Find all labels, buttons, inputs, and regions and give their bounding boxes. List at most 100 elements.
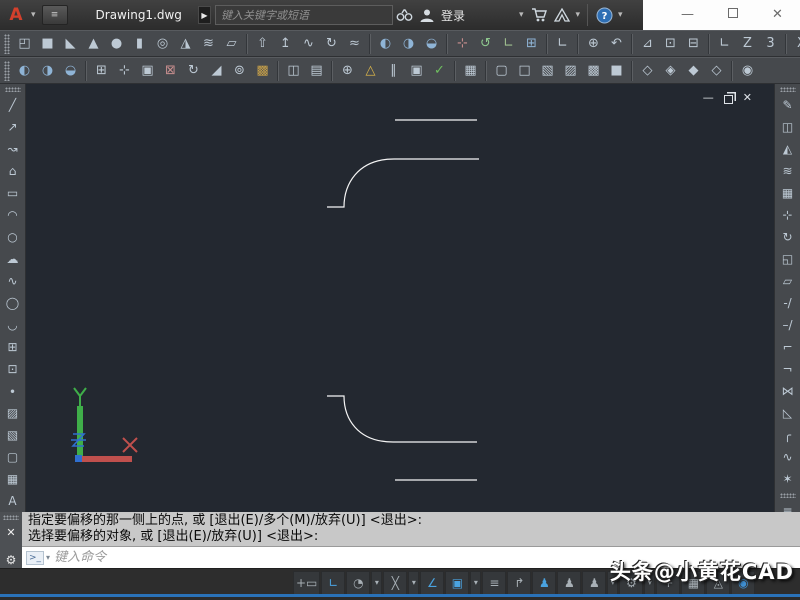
offset-faces-button[interactable]: ▣: [136, 59, 159, 82]
visual-style-wireframe-button[interactable]: □: [513, 59, 536, 82]
scale-button[interactable]: ◱: [777, 248, 799, 270]
ucs-view-button[interactable]: ⊟: [682, 32, 705, 55]
erase-button[interactable]: ✎: [777, 94, 799, 116]
window-minimize-button[interactable]: —: [665, 1, 710, 29]
planar-surface-button[interactable]: ▱: [220, 32, 243, 55]
autodesk-exchange-icon[interactable]: [554, 8, 571, 22]
offset-button[interactable]: ≋: [777, 160, 799, 182]
rectangle-button[interactable]: ▭: [2, 182, 24, 204]
offset-curve-entity-upper[interactable]: [327, 158, 479, 208]
rotate-faces-button[interactable]: ↻: [182, 59, 205, 82]
intersect-button[interactable]: ◒: [59, 59, 82, 82]
mtext-button[interactable]: A: [2, 490, 24, 512]
clean-button[interactable]: △: [359, 59, 382, 82]
sweep-button[interactable]: ∿: [297, 32, 320, 55]
ucs-face-button[interactable]: ⊿: [636, 32, 659, 55]
visual-style-conceptual-button[interactable]: ▩: [582, 59, 605, 82]
login-dropdown-caret-icon[interactable]: ▾: [517, 10, 526, 20]
view-ne-isometric-button[interactable]: ◆: [682, 59, 705, 82]
check-button[interactable]: ✓: [428, 59, 451, 82]
revision-cloud-button[interactable]: ☁: [2, 248, 24, 270]
wedge-button[interactable]: ◣: [59, 32, 82, 55]
annotation-scale-button[interactable]: ♟: [582, 571, 607, 595]
autocad-logo-icon[interactable]: A: [3, 3, 29, 27]
toolbar-grip[interactable]: [4, 60, 10, 81]
command-prompt-icon[interactable]: >_: [26, 550, 45, 565]
drawing-canvas[interactable]: — ✕: [26, 84, 774, 512]
point-button[interactable]: ∙: [2, 380, 24, 402]
move-button[interactable]: ⊹: [777, 204, 799, 226]
ucs-button[interactable]: ∟: [551, 32, 574, 55]
ucs-object-button[interactable]: ⊡: [659, 32, 682, 55]
pyramid-button[interactable]: ◮: [174, 32, 197, 55]
separate-button[interactable]: ∥: [382, 59, 405, 82]
command-window-grip[interactable]: [3, 515, 19, 520]
lineweight-toggle[interactable]: ≡: [482, 571, 507, 595]
quick-access-toolbar-button[interactable]: ≡: [41, 5, 68, 25]
user-avatar-icon[interactable]: [419, 8, 435, 23]
visual-style-hidden-button[interactable]: ▧: [536, 59, 559, 82]
ucs-zaxis-button[interactable]: Z: [736, 32, 759, 55]
taper-faces-button[interactable]: ◢: [205, 59, 228, 82]
view-sw-isometric-button[interactable]: ◇: [636, 59, 659, 82]
isometric-drafting-dropdown[interactable]: ▾: [408, 571, 420, 595]
toolbar-grip[interactable]: [779, 493, 796, 498]
ucs-previous-button[interactable]: ↶: [605, 32, 628, 55]
helix-button[interactable]: ≋: [197, 32, 220, 55]
subtract-button[interactable]: ◑: [36, 59, 59, 82]
color-faces-button[interactable]: ▩: [251, 59, 274, 82]
3d-rotate-button[interactable]: ↺: [474, 32, 497, 55]
presspull-button[interactable]: ↥: [274, 32, 297, 55]
rotate-button[interactable]: ↻: [777, 226, 799, 248]
sphere-button[interactable]: ●: [105, 32, 128, 55]
ucs-world-button[interactable]: ⊕: [582, 32, 605, 55]
ortho-mode-toggle[interactable]: ∟: [321, 571, 346, 595]
file-tab[interactable]: Drawing1.dwg: [96, 8, 182, 22]
app-store-cart-icon[interactable]: [531, 8, 548, 22]
object-snap-tracking-toggle[interactable]: ∠: [420, 571, 445, 595]
create-camera-button[interactable]: ◉: [736, 59, 759, 82]
search-binoculars-icon[interactable]: [396, 8, 413, 22]
color-edges-button[interactable]: ▤: [305, 59, 328, 82]
blend-curves-button[interactable]: ∿: [777, 446, 799, 468]
explode-button[interactable]: ✶: [777, 468, 799, 490]
isometric-drafting-toggle[interactable]: ╳: [383, 571, 408, 595]
union-button[interactable]: ◐: [13, 59, 36, 82]
dynamic-ucs-toggle[interactable]: ↱: [507, 571, 532, 595]
draworder-button[interactable]: ≡: [777, 500, 799, 512]
view-nw-isometric-button[interactable]: ◇: [705, 59, 728, 82]
window-maximize-button[interactable]: [710, 1, 755, 29]
polygon-button[interactable]: ⌂: [2, 160, 24, 182]
shell-button[interactable]: ▣: [405, 59, 428, 82]
ucs-origin-button[interactable]: ∟: [713, 32, 736, 55]
table-button[interactable]: ▦: [2, 468, 24, 490]
toolbar-grip[interactable]: [779, 87, 796, 92]
named-views-button[interactable]: ▦: [459, 59, 482, 82]
cylinder-button[interactable]: ▮: [128, 32, 151, 55]
ellipse-arc-button[interactable]: ◡: [2, 314, 24, 336]
exchange-dropdown-caret-icon[interactable]: ▾: [573, 10, 582, 20]
visual-style-shaded-button[interactable]: ■: [605, 59, 628, 82]
hatch-button[interactable]: ▨: [2, 402, 24, 424]
toolbar-grip[interactable]: [4, 33, 10, 54]
break-button[interactable]: ¬: [777, 358, 799, 380]
move-faces-button[interactable]: ⊹: [113, 59, 136, 82]
cone-button[interactable]: ▲: [82, 32, 105, 55]
torus-button[interactable]: ◎: [151, 32, 174, 55]
object-snap-toggle[interactable]: ▣: [445, 571, 470, 595]
visual-style-2d-wireframe-button[interactable]: ▢: [490, 59, 513, 82]
polyline-button[interactable]: ↝: [2, 138, 24, 160]
insert-block-button[interactable]: ⊞: [2, 336, 24, 358]
visual-style-realistic-button[interactable]: ▨: [559, 59, 582, 82]
revolve-button[interactable]: ↻: [320, 32, 343, 55]
make-block-button[interactable]: ⊡: [2, 358, 24, 380]
copy-faces-button[interactable]: ⊚: [228, 59, 251, 82]
chamfer-button[interactable]: ◺: [777, 402, 799, 424]
3d-array-button[interactable]: ⊞: [520, 32, 543, 55]
region-button[interactable]: ▢: [2, 446, 24, 468]
autoscale-toggle[interactable]: ♟: [557, 571, 582, 595]
array-button[interactable]: ▦: [777, 182, 799, 204]
subtract-button[interactable]: ◑: [397, 32, 420, 55]
infer-constraints-toggle[interactable]: +▭: [293, 571, 321, 595]
join-button[interactable]: ⋈: [777, 380, 799, 402]
